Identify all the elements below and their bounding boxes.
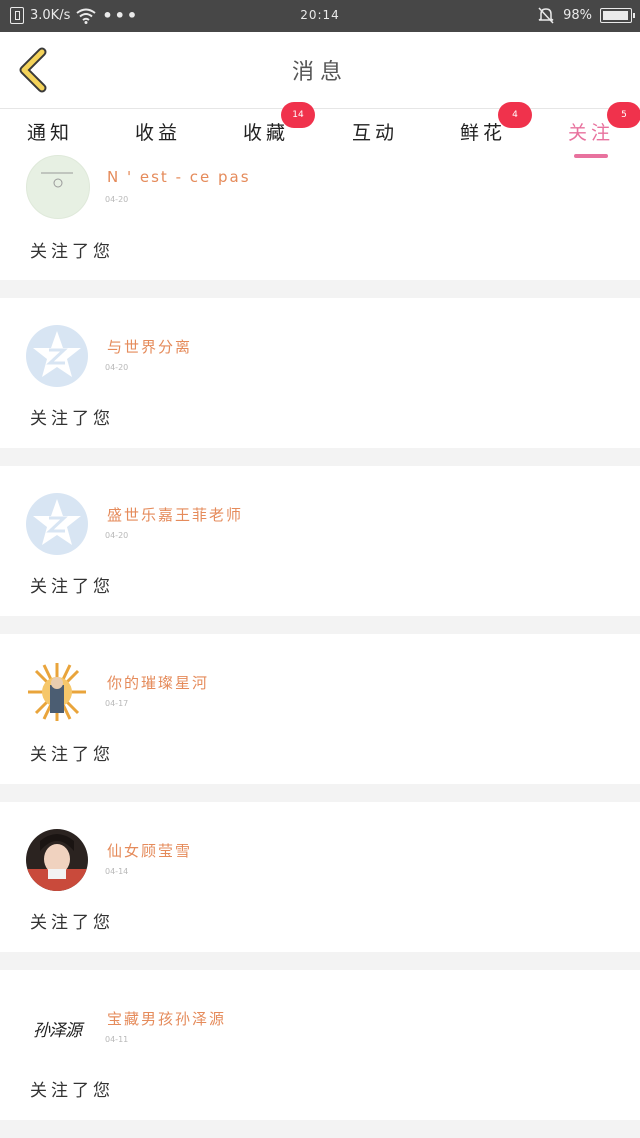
follow-date: 04-11 [105,1035,129,1044]
sun-portrait-icon[interactable] [26,661,88,723]
battery-icon [600,7,635,23]
active-tab-indicator [574,154,608,158]
user-name[interactable]: N ' est - ce pas [107,168,251,186]
signature-icon[interactable]: 孙泽源 [26,997,88,1059]
tab-label: 互动 [351,122,398,144]
user-name[interactable]: 盛世乐嘉王菲老师 [107,504,243,525]
badge-count: 14 [281,102,315,128]
tab-label: 通知 [26,122,73,144]
header: 消息 [0,32,640,109]
tab-label: 收益 [134,122,181,144]
tab-label: 收藏 [242,122,289,144]
tab-interactions[interactable]: 互动 [330,109,420,159]
tab-notifications[interactable]: 通知 [5,109,95,159]
tab-bar: 通知 收益 收藏 14 互动 鲜花 4 关注 5 [0,102,640,159]
follow-date: 04-14 [105,867,129,876]
list-item[interactable]: 与世界分离 04-20 关注了您 [0,298,640,448]
action-text: 关注了您 [30,577,114,597]
status-right: 98% [537,6,635,24]
follow-feed: N ' est - ce pas 04-20 关注了您 与世界分离 04-20 … [0,155,640,1138]
action-text: 关注了您 [30,1081,114,1101]
qzone-star-icon[interactable] [26,325,88,387]
user-name[interactable]: 你的璀璨星河 [107,672,209,693]
qzone-star-icon[interactable] [26,493,88,555]
follow-date: 04-17 [105,699,129,708]
action-text: 关注了您 [30,745,114,765]
action-text: 关注了您 [30,913,114,933]
tab-follows[interactable]: 关注 5 [546,102,640,159]
list-item[interactable]: 孙泽源 宝藏男孩孙泽源 04-11 关注了您 [0,970,640,1120]
page-title: 消息 [291,60,348,85]
cup-icon[interactable] [26,155,90,219]
list-item[interactable]: N ' est - ce pas 04-20 关注了您 [0,155,640,280]
bell-muted-icon [538,7,554,24]
user-name[interactable]: 与世界分离 [107,336,192,357]
action-text: 关注了您 [30,409,114,429]
action-text: 关注了您 [30,242,114,262]
battery-percent: 98% [563,7,592,23]
tab-flowers[interactable]: 鲜花 4 [438,102,532,159]
girl-photo-icon[interactable] [26,829,88,891]
list-item[interactable]: 仙女顾莹雪 04-14 关注了您 [0,802,640,952]
tab-favorites[interactable]: 收藏 14 [221,102,315,159]
signature-text: 孙泽源 [33,1020,82,1041]
tab-label: 鲜花 [459,122,506,144]
list-item[interactable]: 你的璀璨星河 04-17 关注了您 [0,634,640,784]
user-name[interactable]: 仙女顾莹雪 [107,840,192,861]
user-name[interactable]: 宝藏男孩孙泽源 [107,1008,226,1029]
status-bar: 3.0K/s ••• 20:14 98% [0,0,640,32]
badge-count: 4 [498,102,532,128]
badge-count: 5 [607,102,640,128]
follow-date: 04-20 [105,363,129,372]
tab-earnings[interactable]: 收益 [113,109,203,159]
follow-date: 04-20 [105,531,129,540]
follow-date: 04-20 [105,195,129,204]
list-item[interactable]: 盛世乐嘉王菲老师 04-20 关注了您 [0,466,640,616]
tab-label: 关注 [567,122,614,144]
